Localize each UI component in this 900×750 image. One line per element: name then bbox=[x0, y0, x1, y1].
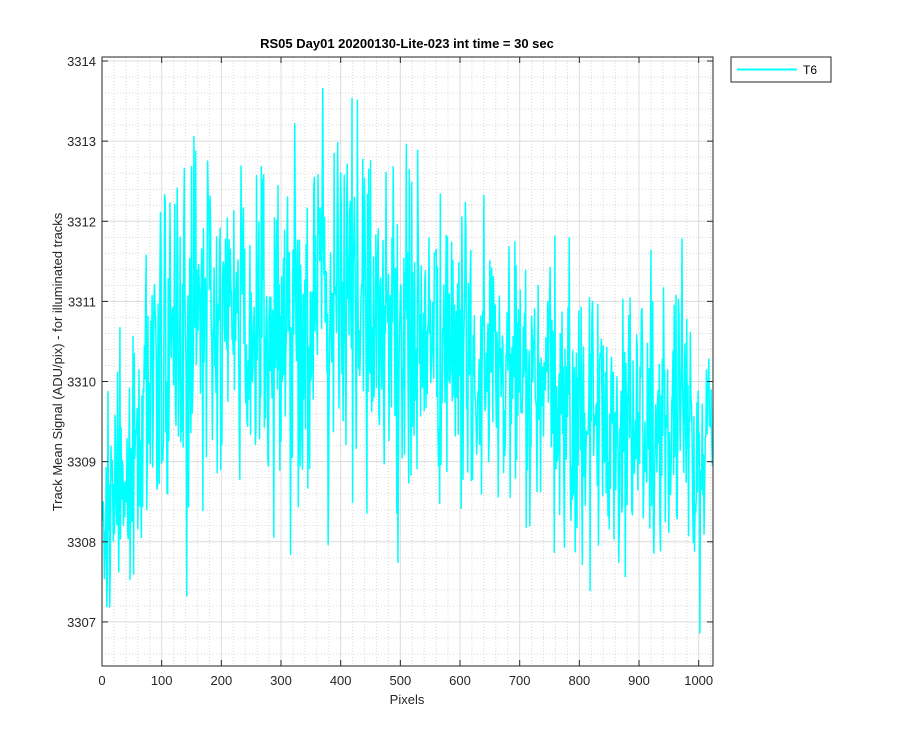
x-tick-label: 800 bbox=[568, 673, 590, 688]
x-tick-label: 900 bbox=[628, 673, 650, 688]
y-tick-label: 3309 bbox=[67, 455, 96, 470]
chart-title: RS05 Day01 20200130-Lite-023 int time = … bbox=[260, 36, 554, 51]
legend-label-t6: T6 bbox=[803, 63, 817, 77]
x-tick-label: 200 bbox=[210, 673, 232, 688]
x-tick-label: 300 bbox=[270, 673, 292, 688]
y-tick-label: 3313 bbox=[67, 134, 96, 149]
legend: T6 bbox=[730, 56, 832, 83]
y-tick-label: 3307 bbox=[67, 615, 96, 630]
x-tick-label: 1000 bbox=[684, 673, 713, 688]
x-tick-label: 0 bbox=[98, 673, 105, 688]
x-axis-label: Pixels bbox=[390, 692, 425, 707]
line-chart-figure: 0 100 200 300 400 500 600 700 800 900 1000 3307 330… bbox=[0, 0, 900, 750]
x-tick-label: 400 bbox=[330, 673, 352, 688]
y-axis-label: Track Mean Signal (ADU/pix) - for illumi… bbox=[50, 212, 65, 511]
x-tick-label: 600 bbox=[449, 673, 471, 688]
y-tick-label: 3310 bbox=[67, 375, 96, 390]
y-tick-label: 3312 bbox=[67, 214, 96, 229]
y-tick-label: 3308 bbox=[67, 535, 96, 550]
y-tick-label: 3311 bbox=[68, 294, 96, 309]
y-tick-label: 3314 bbox=[67, 54, 96, 69]
x-tick-label: 100 bbox=[151, 673, 173, 688]
x-tick-label: 500 bbox=[389, 673, 411, 688]
x-tick-label: 700 bbox=[509, 673, 531, 688]
